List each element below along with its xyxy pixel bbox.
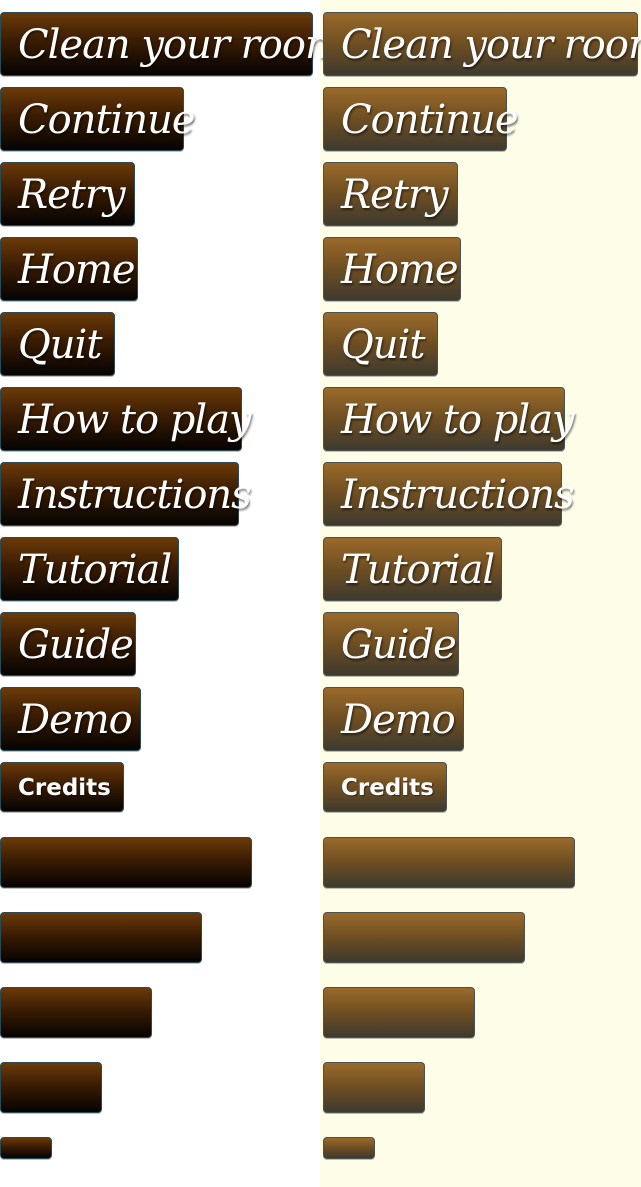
home-button-alt[interactable]: Home [323,237,461,301]
empty-button-large[interactable] [0,837,252,888]
empty-button-small-alt[interactable] [323,987,475,1038]
tutorial-button[interactable]: Tutorial [0,537,179,601]
retry-button[interactable]: Retry [0,162,135,226]
credits-button-alt[interactable]: Credits [323,762,447,812]
instructions-button-alt[interactable]: Instructions [323,462,575,526]
guide-button-alt[interactable]: Guide [323,612,459,676]
tutorial-button-alt[interactable]: Tutorial [323,537,502,601]
credits-button[interactable]: Credits [0,762,124,812]
continue-button-alt[interactable]: Continue [323,87,519,151]
demo-button-alt[interactable]: Demo [323,687,464,751]
empty-button-large-alt[interactable] [323,837,575,888]
empty-button-xsmall-alt[interactable] [323,1062,425,1113]
how-to-play-button[interactable]: How to play [0,387,252,451]
empty-button-xsmall[interactable] [0,1062,102,1113]
guide-button[interactable]: Guide [0,612,136,676]
demo-button[interactable]: Demo [0,687,141,751]
clean-your-room-button[interactable]: Clean your room [0,12,343,76]
retry-button-alt[interactable]: Retry [323,162,458,226]
empty-button-small[interactable] [0,987,152,1038]
home-button[interactable]: Home [0,237,138,301]
how-to-play-button-alt[interactable]: How to play [323,387,575,451]
quit-button[interactable]: Quit [0,312,115,376]
clean-your-room-button-alt[interactable]: Clean your room [323,12,641,76]
empty-button-tiny-alt[interactable] [323,1137,375,1159]
empty-button-tiny[interactable] [0,1137,52,1159]
continue-button[interactable]: Continue [0,87,196,151]
empty-button-medium[interactable] [0,912,202,963]
quit-button-alt[interactable]: Quit [323,312,438,376]
empty-button-medium-alt[interactable] [323,912,525,963]
instructions-button[interactable]: Instructions [0,462,252,526]
